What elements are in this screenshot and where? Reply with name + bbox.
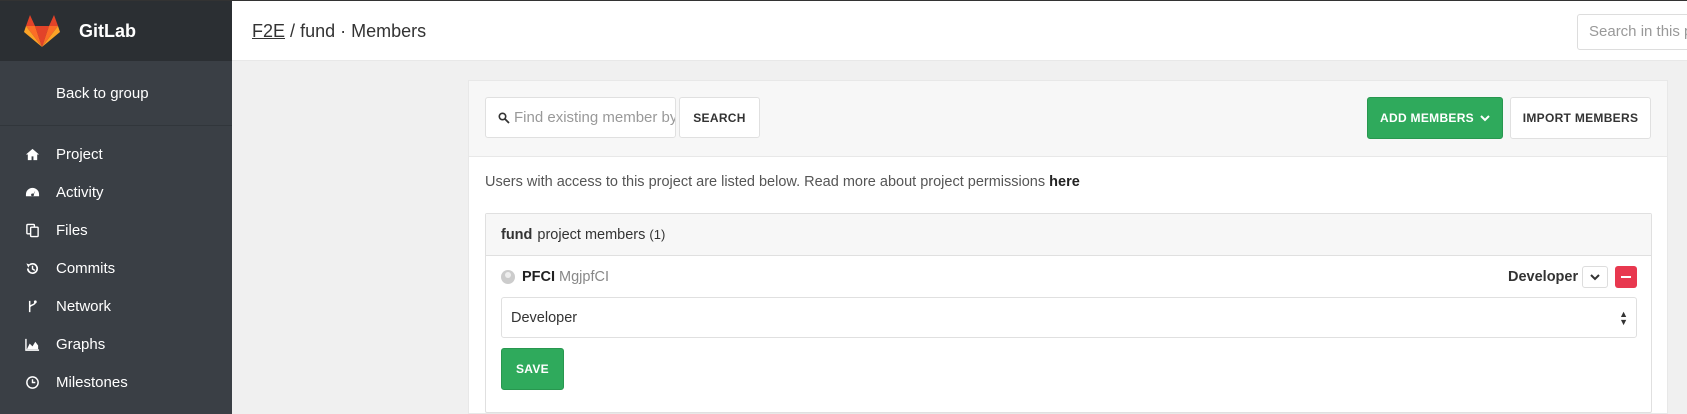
members-toolbar: Find existing member by SEARCH ADD MEMBE… <box>469 81 1667 157</box>
member-name[interactable]: PFCI <box>522 269 555 285</box>
role-select[interactable]: Developer ▲ ▼ <box>501 297 1637 338</box>
panel-title: project members <box>537 226 646 243</box>
brand[interactable]: GitLab <box>0 1 232 61</box>
sidebar-item-commits[interactable]: Commits <box>0 249 232 287</box>
sidebar-item-label: Graphs <box>56 335 106 353</box>
find-member-input[interactable]: Find existing member by <box>485 97 676 138</box>
save-button[interactable]: SAVE <box>501 348 564 390</box>
page-title: fund · Members <box>300 21 427 41</box>
import-members-button[interactable]: IMPORT MEMBERS <box>1510 97 1651 139</box>
home-icon <box>24 146 40 162</box>
sidebar-item-files[interactable]: Files <box>0 211 232 249</box>
search-icon <box>498 111 510 124</box>
find-member-placeholder: Find existing member by <box>514 109 676 126</box>
dashboard-icon <box>24 184 40 200</box>
sidebar: GitLab Back to group Project Activity Fi… <box>0 1 232 414</box>
files-icon <box>24 222 40 238</box>
sidebar-item-label: Milestones <box>56 373 128 391</box>
chevron-down-icon <box>1590 274 1600 281</box>
sidebar-item-label: Files <box>56 221 88 239</box>
sidebar-item-activity[interactable]: Activity <box>0 173 232 211</box>
branch-icon <box>24 298 40 314</box>
role-toggle-button[interactable] <box>1582 266 1608 288</box>
header-search-input[interactable]: Search in this p <box>1577 14 1687 50</box>
project-members-panel: fund project members (1) PFCI MgjpfCI De… <box>485 213 1652 413</box>
member-row: PFCI MgjpfCI <box>501 269 609 285</box>
member-count: (1) <box>649 227 666 242</box>
window-top-border <box>0 0 1687 1</box>
panel-header: fund project members (1) <box>486 214 1651 256</box>
chevron-down-icon <box>1480 115 1490 122</box>
area-chart-icon <box>24 336 40 352</box>
back-to-group-link[interactable]: Back to group <box>0 61 232 126</box>
sidebar-item-label: Network <box>56 297 112 315</box>
permissions-here-link[interactable]: here <box>1049 174 1080 190</box>
sidebar-item-label: Commits <box>56 259 116 277</box>
search-button[interactable]: SEARCH <box>679 97 760 138</box>
sidebar-item-milestones[interactable]: Milestones <box>0 363 232 401</box>
sidebar-nav: Project Activity Files Commits Network G… <box>0 126 232 401</box>
sidebar-item-label: Project <box>56 145 103 163</box>
member-role-label: Developer <box>1508 269 1579 285</box>
sidebar-item-network[interactable]: Network <box>0 287 232 325</box>
brand-name: GitLab <box>79 20 136 41</box>
sidebar-item-graphs[interactable]: Graphs <box>0 325 232 363</box>
breadcrumb-group-link[interactable]: F2E <box>252 21 285 41</box>
gitlab-logo-icon <box>24 15 60 47</box>
permissions-info-text: Users with access to this project are li… <box>485 174 1046 190</box>
add-members-button[interactable]: ADD MEMBERS <box>1367 97 1503 139</box>
sidebar-item-label: Activity <box>56 183 104 201</box>
remove-member-button[interactable] <box>1615 266 1637 288</box>
project-name: fund <box>501 226 533 243</box>
clock-icon <box>24 374 40 390</box>
member-username: MgjpfCI <box>559 269 609 285</box>
permissions-info: Users with access to this project are li… <box>485 174 1080 190</box>
minus-icon <box>1621 275 1631 279</box>
sidebar-item-project[interactable]: Project <box>0 135 232 173</box>
add-members-label: ADD MEMBERS <box>1380 111 1474 125</box>
top-header: F2E / fund · Members Search in this p <box>232 1 1687 61</box>
breadcrumb-separator: / <box>290 21 296 41</box>
main-content: Find existing member by SEARCH ADD MEMBE… <box>468 80 1668 414</box>
avatar <box>501 270 515 284</box>
select-arrows-icon: ▲ ▼ <box>1619 309 1628 327</box>
history-icon <box>24 260 40 276</box>
breadcrumb: F2E / fund · Members <box>252 21 426 42</box>
role-select-value: Developer <box>511 309 578 326</box>
